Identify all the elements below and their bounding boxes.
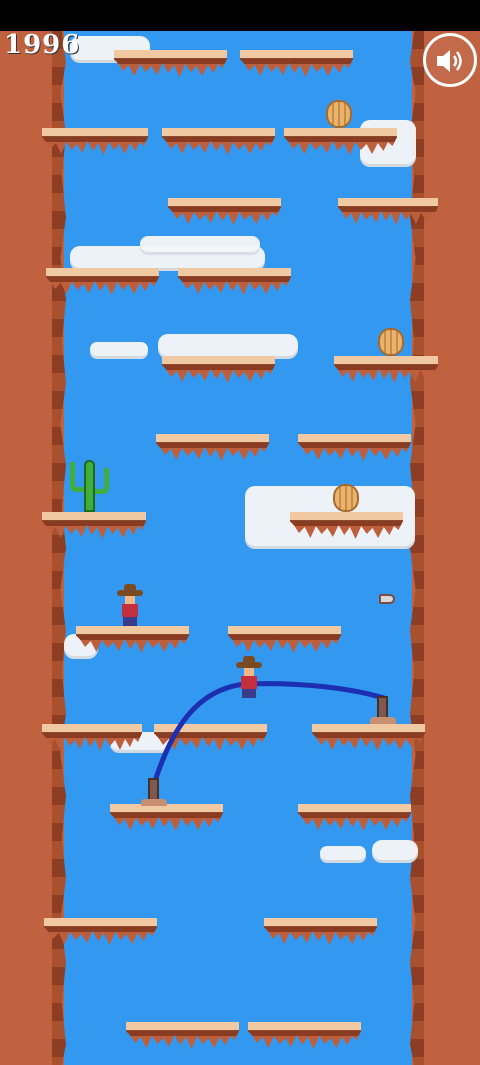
platform xyxy=(46,268,159,296)
cloud xyxy=(90,342,148,356)
rope-anchor-post[interactable] xyxy=(141,778,167,806)
platform xyxy=(156,434,269,462)
platform xyxy=(284,128,397,156)
barrel xyxy=(333,484,359,512)
platform xyxy=(338,198,438,226)
right-canyon-wall xyxy=(410,31,480,1065)
platform xyxy=(42,724,142,752)
cloud xyxy=(320,846,366,860)
platform xyxy=(312,724,425,752)
platform xyxy=(154,724,267,752)
status-bar xyxy=(0,0,480,31)
bullet xyxy=(379,594,395,604)
platform xyxy=(162,356,275,384)
barrel xyxy=(326,100,352,128)
cactus xyxy=(70,460,110,512)
platform xyxy=(178,268,291,296)
speaker-on-icon xyxy=(437,50,462,72)
platform xyxy=(264,918,377,946)
platform xyxy=(290,512,403,540)
rope-anchor-post[interactable] xyxy=(370,696,396,724)
platform xyxy=(110,804,223,832)
platform xyxy=(126,1022,239,1050)
platform xyxy=(42,128,148,156)
left-canyon-wall xyxy=(0,31,66,1065)
platform xyxy=(298,434,411,462)
platform xyxy=(334,356,438,384)
platform xyxy=(228,626,341,654)
platform xyxy=(76,626,189,654)
platform xyxy=(298,804,411,832)
barrel xyxy=(378,328,404,356)
player-cowboy[interactable] xyxy=(236,656,262,698)
cloud xyxy=(140,236,260,252)
score-counter: 1996 xyxy=(4,30,81,60)
platform xyxy=(248,1022,361,1050)
platform xyxy=(44,918,157,946)
enemy-cowboy xyxy=(117,584,143,626)
cloud xyxy=(158,334,298,356)
sound-toggle-button[interactable] xyxy=(423,33,477,87)
platform xyxy=(114,50,227,78)
platform xyxy=(240,50,353,78)
platform xyxy=(162,128,275,156)
platform xyxy=(42,512,146,540)
cloud xyxy=(372,840,418,860)
platform xyxy=(168,198,281,226)
game-stage[interactable]: 1996 xyxy=(0,0,480,1065)
